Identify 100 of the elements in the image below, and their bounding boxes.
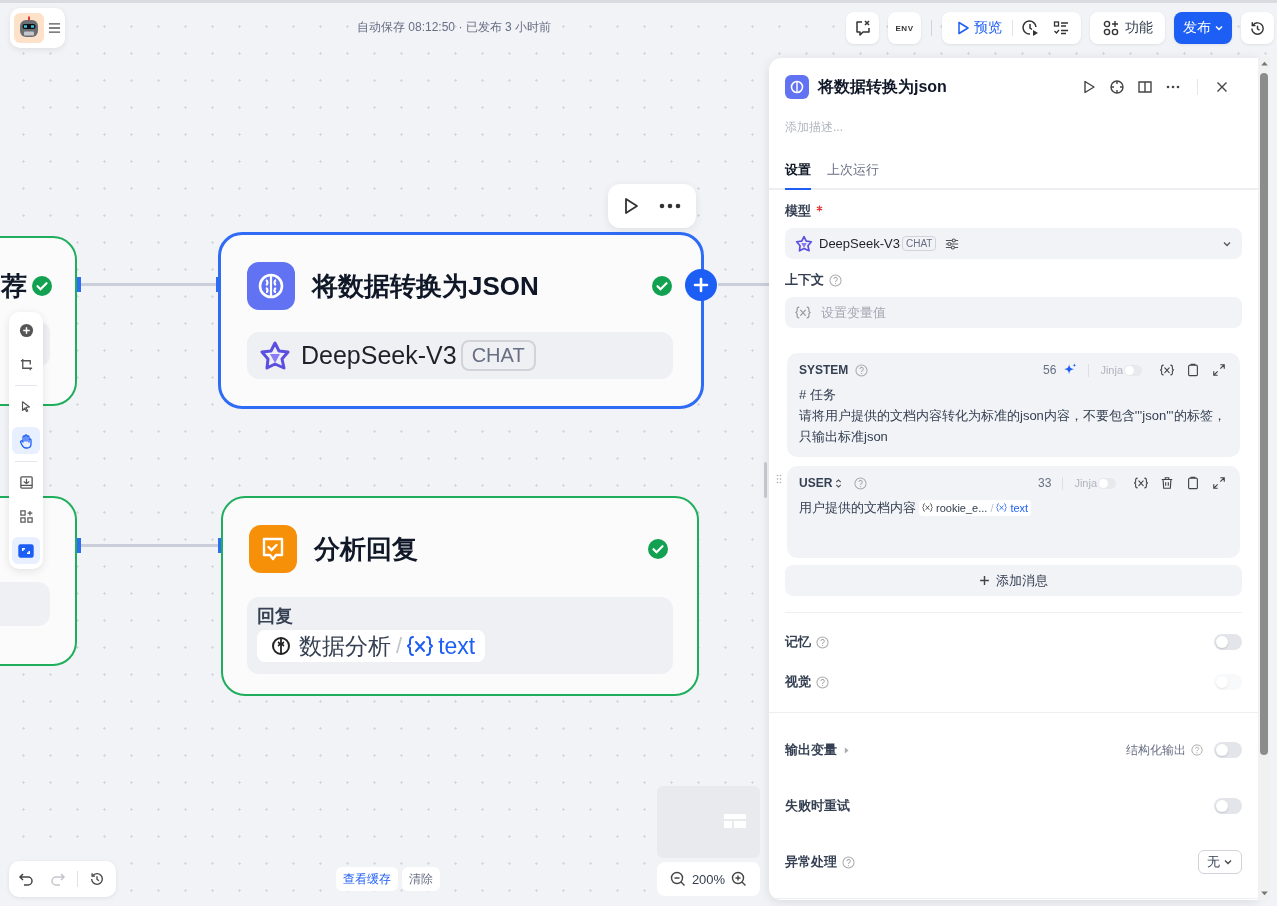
env-button[interactable]: ENV xyxy=(888,12,921,44)
prompt-text: # 任务 xyxy=(799,386,837,404)
variable-icon[interactable] xyxy=(1134,476,1148,490)
version-history-button[interactable] xyxy=(1241,12,1274,44)
field-label: 上下文 xyxy=(785,271,824,289)
drag-handle-icon[interactable] xyxy=(776,474,782,484)
plus-icon xyxy=(979,575,990,586)
variable-icon xyxy=(407,635,434,657)
scroll-down-icon[interactable] xyxy=(1259,891,1269,896)
prompt-text: 请将用户提供的文档内容转化为标准的json内容，不要包含'''json'''的标签，只输出标准json xyxy=(799,407,1226,446)
resize-handle[interactable] xyxy=(764,462,767,498)
message-role: SYSTEM xyxy=(799,363,849,377)
scroll-up-icon[interactable] xyxy=(1259,61,1269,66)
message-role: USER xyxy=(799,476,833,490)
plus-circle-icon xyxy=(18,323,34,338)
view-cache-button[interactable]: 查看缓存 xyxy=(336,867,398,891)
help-icon xyxy=(854,476,868,490)
panel-title: 将数据转换为json xyxy=(818,76,947,97)
zoom-in-icon[interactable] xyxy=(731,871,748,887)
history-icon xyxy=(1249,19,1266,37)
checklist-icon xyxy=(1053,20,1069,36)
workflow-node[interactable]: 分析回复 回复 数据分析 / text xyxy=(221,496,699,696)
chat-reply-icon xyxy=(249,525,297,573)
jinja-label: Jinja xyxy=(1074,477,1097,489)
connector xyxy=(718,283,769,286)
context-field[interactable]: 设置变量值 xyxy=(785,297,1242,328)
comment-off-button[interactable] xyxy=(846,12,879,44)
expand-icon[interactable] xyxy=(1212,476,1226,490)
toggle-switch[interactable] xyxy=(1214,634,1242,650)
model-select[interactable]: DeepSeek-V3 CHAT xyxy=(785,228,1242,259)
brain-icon xyxy=(247,262,295,310)
variable-icon[interactable] xyxy=(1160,363,1174,377)
minimap-tool[interactable] xyxy=(12,537,40,564)
star-logo-icon xyxy=(795,234,813,253)
clear-cache-button[interactable]: 清除 xyxy=(402,867,440,891)
clipboard-icon[interactable] xyxy=(1186,363,1200,377)
panel-tab[interactable]: 上次运行 xyxy=(827,161,879,190)
hand-icon xyxy=(18,432,34,449)
help-icon xyxy=(855,363,869,377)
plus-icon xyxy=(693,277,709,293)
chevron-down-icon xyxy=(1213,23,1224,33)
expand-icon[interactable] xyxy=(1212,363,1226,377)
pointer-icon xyxy=(19,399,33,414)
field-label: 模型 xyxy=(785,202,811,220)
variable-name: text xyxy=(438,632,476,660)
minimap-icon xyxy=(18,542,34,559)
jinja-label: Jinja xyxy=(1100,364,1123,376)
node-title: 将数据转换为JSON xyxy=(312,269,539,303)
play-icon[interactable] xyxy=(1081,79,1097,95)
comment-off-icon xyxy=(853,19,872,37)
dropdown-select[interactable]: 无 xyxy=(1198,850,1242,874)
model-name: DeepSeek-V3 xyxy=(819,236,900,251)
workflow-node[interactable]: 将数据转换为JSON DeepSeek-V3 CHAT xyxy=(218,232,704,409)
setting-label: 记忆 xyxy=(785,633,811,651)
scrollbar[interactable] xyxy=(1258,58,1270,900)
history-icon xyxy=(89,871,105,887)
variable-source: 数据分析 xyxy=(299,631,391,661)
trash-icon[interactable] xyxy=(1160,476,1174,490)
prompt-editor[interactable]: SYSTEM 56 Jinja # 任务 请将用户提供的文档内容转化为标准的json内容，不要包含'''json'''的标签，只输出标准json xyxy=(787,353,1240,457)
toggle-switch[interactable] xyxy=(1214,742,1242,758)
variable-icon xyxy=(795,306,811,319)
zoom-out-icon[interactable] xyxy=(669,871,686,887)
clipboard-icon[interactable] xyxy=(1186,476,1200,490)
crosshair-icon[interactable] xyxy=(1109,79,1125,95)
toggle-switch[interactable] xyxy=(1214,798,1242,814)
add-message-button[interactable]: 添加消息 xyxy=(785,565,1242,596)
model-tag: CHAT xyxy=(460,340,536,371)
setting-label: 输出变量 xyxy=(785,741,837,759)
setting-label: 结构化输出 xyxy=(1126,741,1186,759)
publish-button[interactable]: 发布 xyxy=(1174,12,1232,44)
features-button[interactable]: 功能 xyxy=(1090,12,1165,44)
token-count: 56 xyxy=(1043,363,1057,377)
prompt-text: 用户提供的文档内容 xyxy=(799,499,916,517)
undo-icon xyxy=(18,871,34,887)
sliders-icon[interactable] xyxy=(945,236,960,251)
robot-icon[interactable] xyxy=(14,13,44,43)
variable-icon xyxy=(996,503,1008,512)
zoom-level[interactable]: 200% xyxy=(691,871,726,887)
variable-name: text xyxy=(1010,501,1029,514)
menu-icon[interactable] xyxy=(48,22,61,34)
apps-icon xyxy=(1102,20,1119,36)
note-icon xyxy=(18,357,34,372)
variable-icon xyxy=(922,503,933,512)
token-count: 33 xyxy=(1038,476,1052,490)
chevron-down-icon xyxy=(1223,857,1233,867)
help-icon xyxy=(829,273,842,287)
panel-tab[interactable]: 设置 xyxy=(785,161,811,190)
setting-label: 失败时重试 xyxy=(785,797,850,815)
output-label: 回复 xyxy=(257,605,293,628)
book-icon[interactable] xyxy=(1137,79,1153,95)
star-logo-icon xyxy=(259,339,291,372)
setting-label: 视觉 xyxy=(785,673,811,691)
preview-button[interactable]: 预览 xyxy=(946,14,1010,42)
image-export-icon xyxy=(18,475,34,490)
hand-tool[interactable] xyxy=(12,427,40,454)
clock-play-icon xyxy=(1021,19,1039,37)
help-icon xyxy=(1191,744,1203,756)
model-tag: CHAT xyxy=(901,236,937,251)
sort-icon[interactable] xyxy=(835,477,843,489)
separator: / xyxy=(396,633,403,659)
